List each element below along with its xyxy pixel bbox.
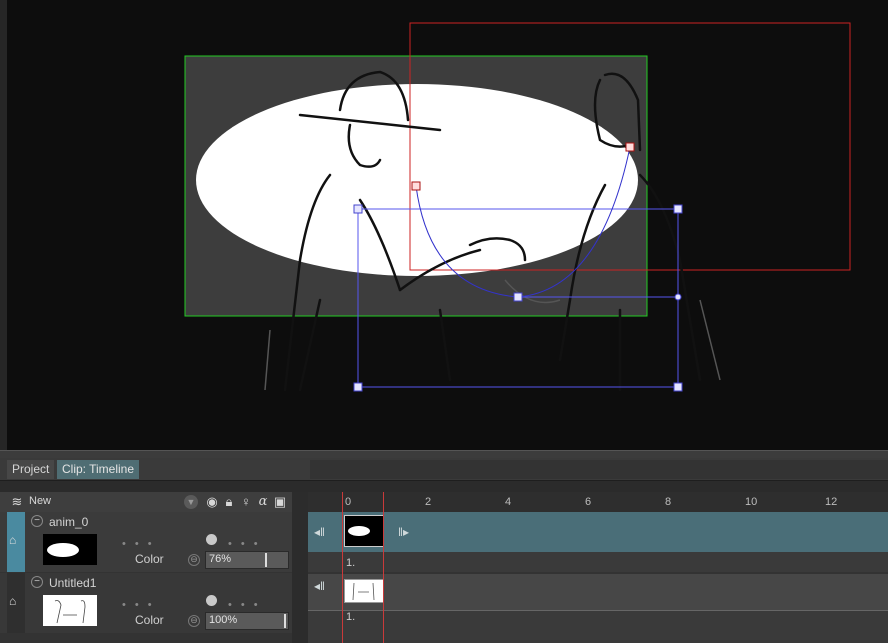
layer-dots-right: ••• xyxy=(228,538,267,550)
collapse-icon[interactable]: − xyxy=(31,576,43,588)
track-untitled1[interactable]: ◂‖ xyxy=(308,574,888,611)
next-key-icon[interactable]: ‖▸ xyxy=(398,525,409,539)
track-anim-0[interactable]: ◂‖ ‖▸ xyxy=(308,512,888,552)
ruler-tick: 12 xyxy=(825,496,838,508)
lock-icon[interactable]: 🔒︎ xyxy=(221,494,237,510)
tab-clip-timeline[interactable]: Clip: Timeline xyxy=(57,460,140,479)
canvas-viewport[interactable] xyxy=(0,0,888,450)
bulb-icon[interactable]: ♀ xyxy=(238,494,254,510)
opacity-value: 100% xyxy=(209,614,238,626)
tab-bar-fill xyxy=(310,460,888,479)
visibility-dot[interactable] xyxy=(206,534,217,545)
track-untitled1-sub: 1. xyxy=(308,611,888,643)
color-toggle[interactable]: ⊖ xyxy=(188,615,200,627)
layer-name[interactable]: Untitled1 xyxy=(49,576,96,590)
keyframe-cell[interactable] xyxy=(344,515,384,547)
ruler-tick: 0 xyxy=(345,496,352,508)
layer-dots: ••• xyxy=(122,599,161,611)
chevron-down-icon[interactable]: ▼ xyxy=(184,495,198,509)
eye-icon[interactable]: ◉ xyxy=(204,494,220,510)
grid-icon[interactable]: ▣ xyxy=(272,494,288,510)
color-toggle[interactable]: ⊖ xyxy=(188,554,200,566)
alpha-icon[interactable]: α xyxy=(255,494,271,510)
prev-key-icon[interactable]: ◂‖ xyxy=(314,579,325,593)
layer-row-anim-0[interactable]: ⌂ − anim_0 ••• ••• Color ⊖ 76% xyxy=(0,512,296,572)
opacity-value: 76% xyxy=(209,553,232,565)
opacity-slider[interactable]: 100% xyxy=(205,612,289,630)
spotlight-ellipse xyxy=(196,84,638,276)
tag-icon[interactable]: ⌂ xyxy=(9,533,23,547)
frame-ruler[interactable]: 0 2 4 6 8 10 12 xyxy=(308,492,888,513)
tab-project[interactable]: Project xyxy=(7,460,55,479)
visibility-dot[interactable] xyxy=(206,595,217,606)
tab-bar: Project Clip: Timeline xyxy=(0,458,888,481)
layer-dots-right: ••• xyxy=(228,599,267,611)
track-anim-0-sub: 1. xyxy=(308,552,888,572)
layer-thumbnail xyxy=(43,595,97,626)
frame-number: 1. xyxy=(346,611,356,623)
ruler-tick: 10 xyxy=(745,496,758,508)
opacity-slider[interactable]: 76% xyxy=(205,551,289,569)
drawing-canvas[interactable] xyxy=(0,0,888,450)
keyframe-cell[interactable] xyxy=(344,579,384,603)
prev-key-icon[interactable]: ◂‖ xyxy=(314,525,325,539)
layer-list: ⌂ − anim_0 ••• ••• Color ⊖ 76% ⌂ − Untit… xyxy=(0,512,296,643)
tag-icon[interactable]: ⌂ xyxy=(9,594,23,608)
layer-row-untitled1[interactable]: ⌂ − Untitled1 ••• ••• Color ⊖ 100% xyxy=(0,573,296,633)
color-label: Color xyxy=(135,552,164,566)
ruler-tick: 4 xyxy=(505,496,512,508)
color-label: Color xyxy=(135,613,164,627)
layer-name[interactable]: anim_0 xyxy=(49,515,88,529)
timeline-panel[interactable]: 0 2 4 6 8 10 12 ◂‖ ‖▸ 1. ◂‖ 1. xyxy=(308,492,888,643)
opacity-knob[interactable] xyxy=(265,553,268,567)
layers-icon[interactable]: ≋ xyxy=(9,494,25,510)
layer-toolbar: ≋ New ▼ ◉ 🔒︎ ♀ α ▣ ◎ xyxy=(0,492,308,513)
ruler-tick: 6 xyxy=(585,496,592,508)
collapse-icon[interactable]: − xyxy=(31,515,43,527)
ruler-tick: 8 xyxy=(665,496,672,508)
new-layer-label[interactable]: New xyxy=(29,495,51,507)
layer-thumbnail xyxy=(43,534,97,565)
layer-scrollbar[interactable] xyxy=(292,492,308,643)
ruler-tick: 2 xyxy=(425,496,432,508)
layer-dots: ••• xyxy=(122,538,161,550)
frame-number: 1. xyxy=(346,557,356,569)
opacity-knob[interactable] xyxy=(284,614,286,628)
